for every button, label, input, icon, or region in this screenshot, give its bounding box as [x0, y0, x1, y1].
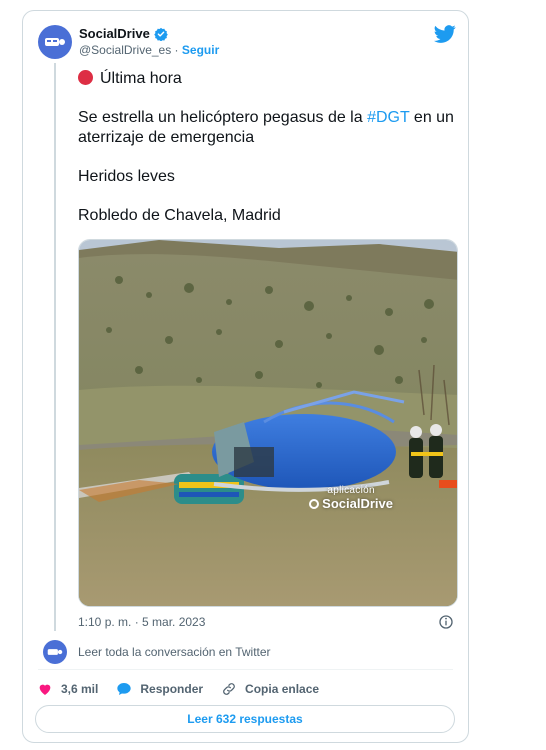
- tweet-line-injuries: Heridos leves: [78, 168, 175, 185]
- heart-icon: [39, 684, 51, 695]
- thread-line: [54, 63, 56, 631]
- divider: [38, 669, 453, 670]
- info-icon[interactable]: [438, 614, 454, 630]
- tweet-line-location: Robledo de Chavela, Madrid: [78, 207, 281, 224]
- socialdrive-ring-icon: [309, 498, 320, 509]
- read-conversation-link[interactable]: Leer toda la conversación en Twitter: [78, 645, 271, 659]
- helicopter-crash-photo: [79, 240, 457, 606]
- tweet-text: Última hora Se estrella un helicóptero p…: [78, 69, 458, 245]
- hashtag-link[interactable]: #DGT: [367, 109, 409, 126]
- verified-badge-icon: [154, 27, 168, 41]
- conversation-avatar[interactable]: [43, 640, 67, 664]
- author-avatar[interactable]: [38, 25, 72, 59]
- twitter-bird-icon[interactable]: [434, 23, 456, 45]
- author-handle-row: @SocialDrive_es · Seguir: [79, 43, 219, 57]
- author-handle[interactable]: @SocialDrive_es: [79, 43, 171, 57]
- socialdrive-logo-icon: [47, 649, 63, 655]
- read-replies-button[interactable]: Leer 632 respuestas: [35, 705, 455, 733]
- tweet-line-breaking: Última hora: [78, 69, 458, 89]
- headline-text-start: Se estrella un helicóptero pegasus de la: [78, 109, 368, 126]
- author-name-row[interactable]: SocialDrive: [79, 26, 168, 41]
- copy-link-button[interactable]: Copia enlace: [221, 681, 319, 697]
- like-count: 3,6 mil: [61, 682, 99, 696]
- breaking-label: Última hora: [100, 70, 182, 87]
- watermark-caption: aplicación: [327, 485, 375, 496]
- tweet-timestamp[interactable]: 1:10 p. m. · 5 mar. 2023: [78, 615, 205, 629]
- socialdrive-logo-icon: [45, 38, 65, 46]
- watermark-brand-text: SocialDrive: [322, 496, 393, 511]
- author-display-name[interactable]: SocialDrive: [79, 26, 150, 41]
- image-watermark: aplicación SocialDrive: [309, 485, 393, 511]
- link-icon: [223, 683, 235, 695]
- tweet-line-headline: Se estrella un helicóptero pegasus de la…: [78, 108, 458, 148]
- watermark-brand: SocialDrive: [309, 496, 393, 511]
- tweet-actions: 3,6 mil Responder Copia enlace: [37, 681, 337, 697]
- handle-separator: ·: [171, 43, 182, 57]
- follow-button[interactable]: Seguir: [182, 43, 219, 57]
- reply-bubble-icon: [117, 683, 132, 695]
- reply-button[interactable]: Responder: [116, 681, 203, 697]
- reply-label: Responder: [140, 682, 204, 696]
- tweet-photo[interactable]: aplicación SocialDrive: [78, 239, 458, 607]
- like-button[interactable]: 3,6 mil: [37, 681, 98, 697]
- embedded-tweet-card: SocialDrive @SocialDrive_es · Seguir Últ…: [22, 10, 469, 743]
- red-circle-icon: [78, 70, 93, 85]
- copy-link-label: Copia enlace: [245, 682, 320, 696]
